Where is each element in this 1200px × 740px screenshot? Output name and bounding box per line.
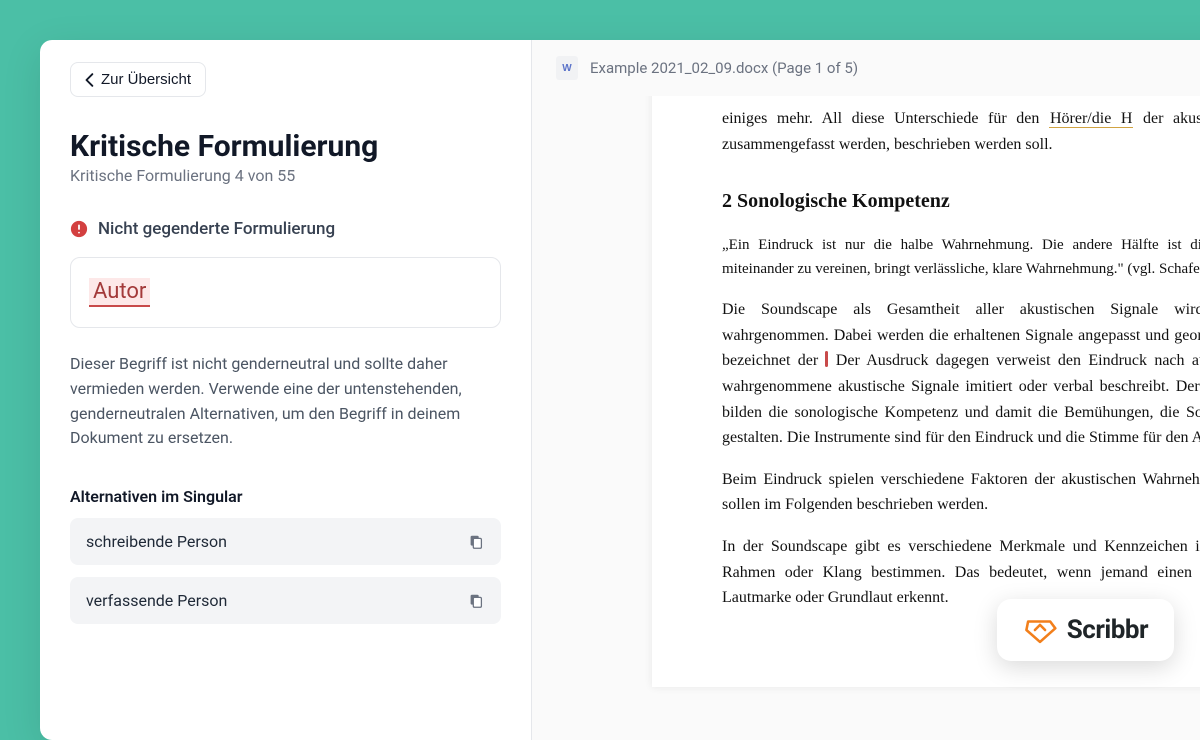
chevron-left-icon (85, 73, 95, 87)
issue-description: Dieser Begriff ist nicht genderneutral u… (70, 352, 501, 451)
doc-highlight: Hörer/die H (1049, 110, 1133, 128)
back-button[interactable]: Zur Übersicht (70, 62, 206, 97)
word-file-icon: W (556, 56, 578, 80)
doc-header: W Example 2021_02_09.docx (Page 1 of 5) (532, 40, 1200, 96)
alternative-label: schreibende Person (86, 532, 227, 551)
back-label: Zur Übersicht (101, 71, 191, 88)
copy-icon (467, 533, 485, 551)
page-title: Kritische Formulierung (70, 129, 501, 164)
doc-heading: 2 Sonologische Kompetenz (722, 185, 1200, 217)
brand-logo-icon (1023, 613, 1057, 647)
progress-subtitle: Kritische Formulierung 4 von 55 (70, 166, 501, 185)
doc-paragraph: Die Soundscape als Gesamtheit aller akus… (722, 297, 1200, 451)
brand-name: Scribbr (1067, 615, 1148, 645)
issue-label: Nicht gegenderte Formulierung (98, 219, 335, 239)
doc-paragraph: Beim Eindruck spielen verschiedene Fakto… (722, 467, 1200, 518)
copy-icon (467, 592, 485, 610)
alert-icon (70, 220, 88, 238)
doc-quote: „Ein Eindruck ist nur die halbe Wahrnehm… (722, 233, 1200, 281)
flagged-term: Autor (89, 278, 150, 307)
doc-filename: Example 2021_02_09.docx (Page 1 of 5) (590, 59, 858, 77)
issue-row: Nicht gegenderte Formulierung (70, 219, 501, 239)
alternative-item[interactable]: schreibende Person (70, 518, 501, 565)
term-box: Autor (70, 257, 501, 328)
detail-panel: Zur Übersicht Kritische Formulierung Kri… (40, 40, 532, 740)
doc-paragraph: einiges mehr. All diese Unterschiede für… (722, 106, 1200, 157)
brand-badge: Scribbr (997, 599, 1174, 661)
alternative-item[interactable]: verfassende Person (70, 577, 501, 624)
alternative-label: verfassende Person (86, 591, 227, 610)
alternatives-heading: Alternativen im Singular (70, 487, 501, 506)
